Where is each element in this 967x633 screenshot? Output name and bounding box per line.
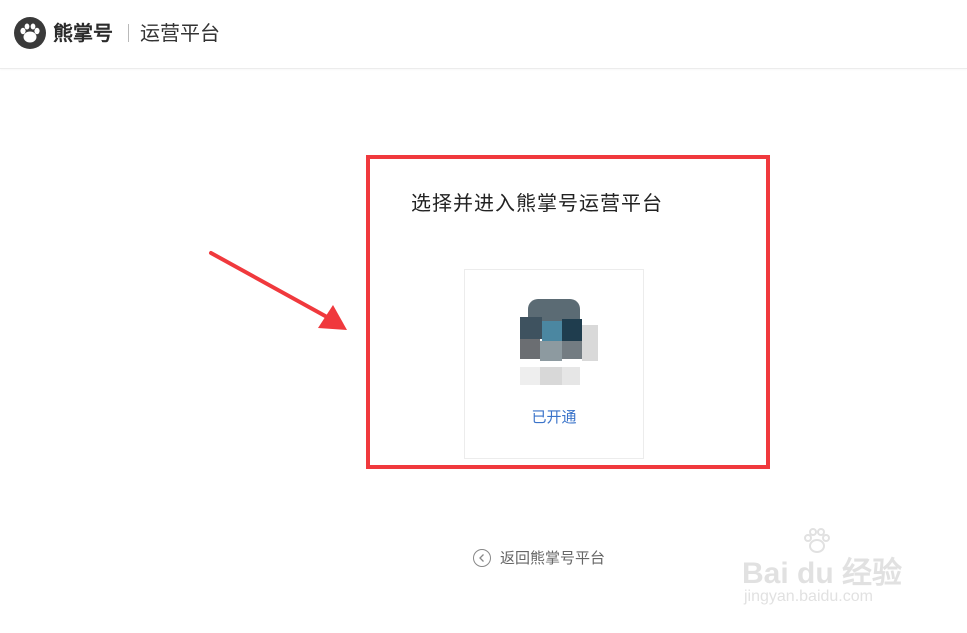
top-header: 熊掌号 运营平台 [0, 0, 967, 69]
account-avatar [520, 299, 598, 387]
baidu-jingyan-watermark: Bai du 经验 jingyan.baidu.com [742, 528, 932, 618]
paw-logo-icon[interactable] [14, 17, 46, 49]
brand-name[interactable]: 熊掌号 [53, 19, 113, 47]
header-divider [128, 24, 129, 42]
watermark-sub: jingyan.baidu.com [744, 588, 873, 605]
back-link-label: 返回熊掌号平台 [500, 549, 606, 567]
platform-label: 运营平台 [140, 21, 220, 45]
annotation-arrow-icon [209, 251, 347, 330]
chevron-left-icon [473, 549, 491, 567]
back-link[interactable]: 返回熊掌号平台 [473, 546, 605, 570]
account-card[interactable]: 已开通 [464, 269, 644, 459]
panel-title: 选择并进入熊掌号运营平台 [411, 191, 663, 215]
watermark-main: Bai du 经验 [742, 557, 903, 590]
account-status-label[interactable]: 已开通 [465, 406, 643, 428]
